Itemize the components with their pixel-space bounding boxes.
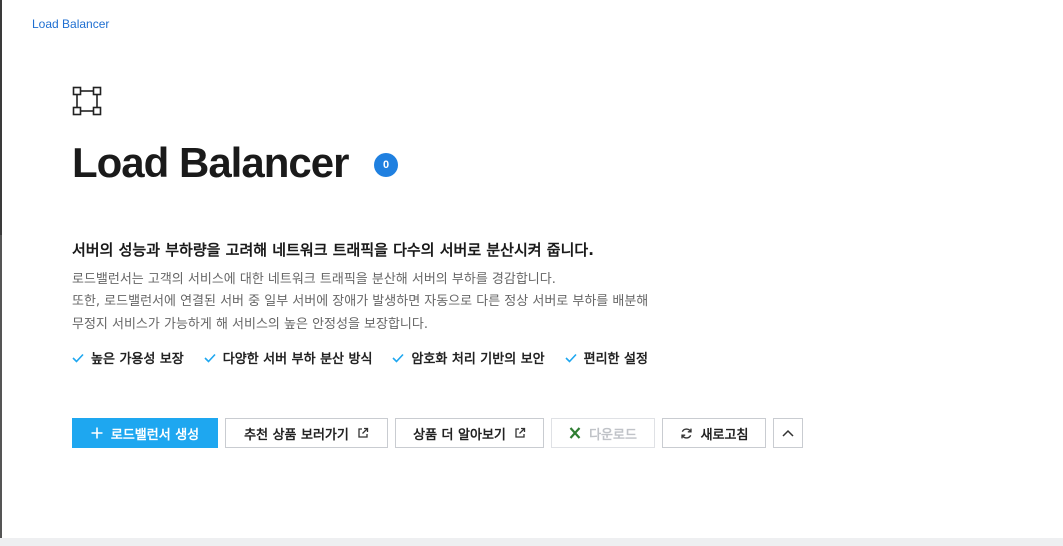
page-title: Load Balancer <box>72 139 349 186</box>
breadcrumb[interactable]: Load Balancer <box>32 17 109 31</box>
create-label: 로드밸런서 생성 <box>110 427 200 443</box>
bottom-bar <box>0 538 1063 546</box>
window-edge-lower <box>0 235 2 546</box>
feature-item: 암호화 처리 기반의 보안 <box>392 348 545 367</box>
check-icon <box>72 353 84 363</box>
count-badge: 0 <box>374 153 398 177</box>
refresh-label: 새로고침 <box>700 427 749 443</box>
feature-label: 암호화 처리 기반의 보안 <box>411 352 545 367</box>
intro-line: 또한, 로드밸런서에 연결된 서버 중 일부 서버에 장애가 발생하면 자동으로… <box>72 294 649 309</box>
learn-more-button[interactable]: 상품 더 알아보기 <box>395 418 544 448</box>
toolbar: 로드밸런서 생성 추천 상품 보러가기 상품 더 알아보기 다운로드 새로고침 <box>72 418 803 448</box>
feature-label: 다양한 서버 부하 분산 방식 <box>222 352 373 367</box>
feature-label: 편리한 설정 <box>583 352 648 367</box>
intro-headline: 서버의 성능과 부하량을 고려해 네트워크 트래픽을 다수의 서버로 분산시켜 … <box>72 241 594 259</box>
recommend-label: 추천 상품 보러가기 <box>244 427 349 443</box>
collapse-button[interactable] <box>773 418 803 448</box>
feature-item: 높은 가용성 보장 <box>72 348 184 367</box>
feature-list: 높은 가용성 보장 다양한 서버 부하 분산 방식 암호화 처리 기반의 보안 … <box>72 348 668 367</box>
download-button[interactable]: 다운로드 <box>551 418 655 448</box>
feature-label: 높은 가용성 보장 <box>91 352 184 367</box>
refresh-icon <box>680 427 693 440</box>
check-icon <box>565 353 577 363</box>
download-label: 다운로드 <box>589 427 637 443</box>
recommend-products-button[interactable]: 추천 상품 보러가기 <box>225 418 388 448</box>
check-icon <box>392 353 405 363</box>
learn-more-label: 상품 더 알아보기 <box>413 427 506 443</box>
feature-item: 편리한 설정 <box>565 348 648 367</box>
external-link-icon <box>514 427 526 439</box>
external-link-icon <box>357 427 369 439</box>
refresh-button[interactable]: 새로고침 <box>662 418 766 448</box>
check-icon <box>204 353 216 363</box>
window-edge <box>0 0 2 235</box>
intro-line: 무정지 서비스가 가능하게 해 서비스의 높은 안정성을 보장합니다. <box>72 317 428 332</box>
create-load-balancer-button[interactable]: 로드밸런서 생성 <box>72 418 218 448</box>
excel-icon <box>569 427 581 439</box>
plus-icon <box>91 427 103 439</box>
chevron-up-icon <box>782 429 794 437</box>
intro-line: 로드밸런서는 고객의 서비스에 대한 네트워크 트래픽을 분산해 서버의 부하를… <box>72 272 556 287</box>
feature-item: 다양한 서버 부하 분산 방식 <box>204 348 373 367</box>
load-balancer-icon <box>72 86 102 116</box>
